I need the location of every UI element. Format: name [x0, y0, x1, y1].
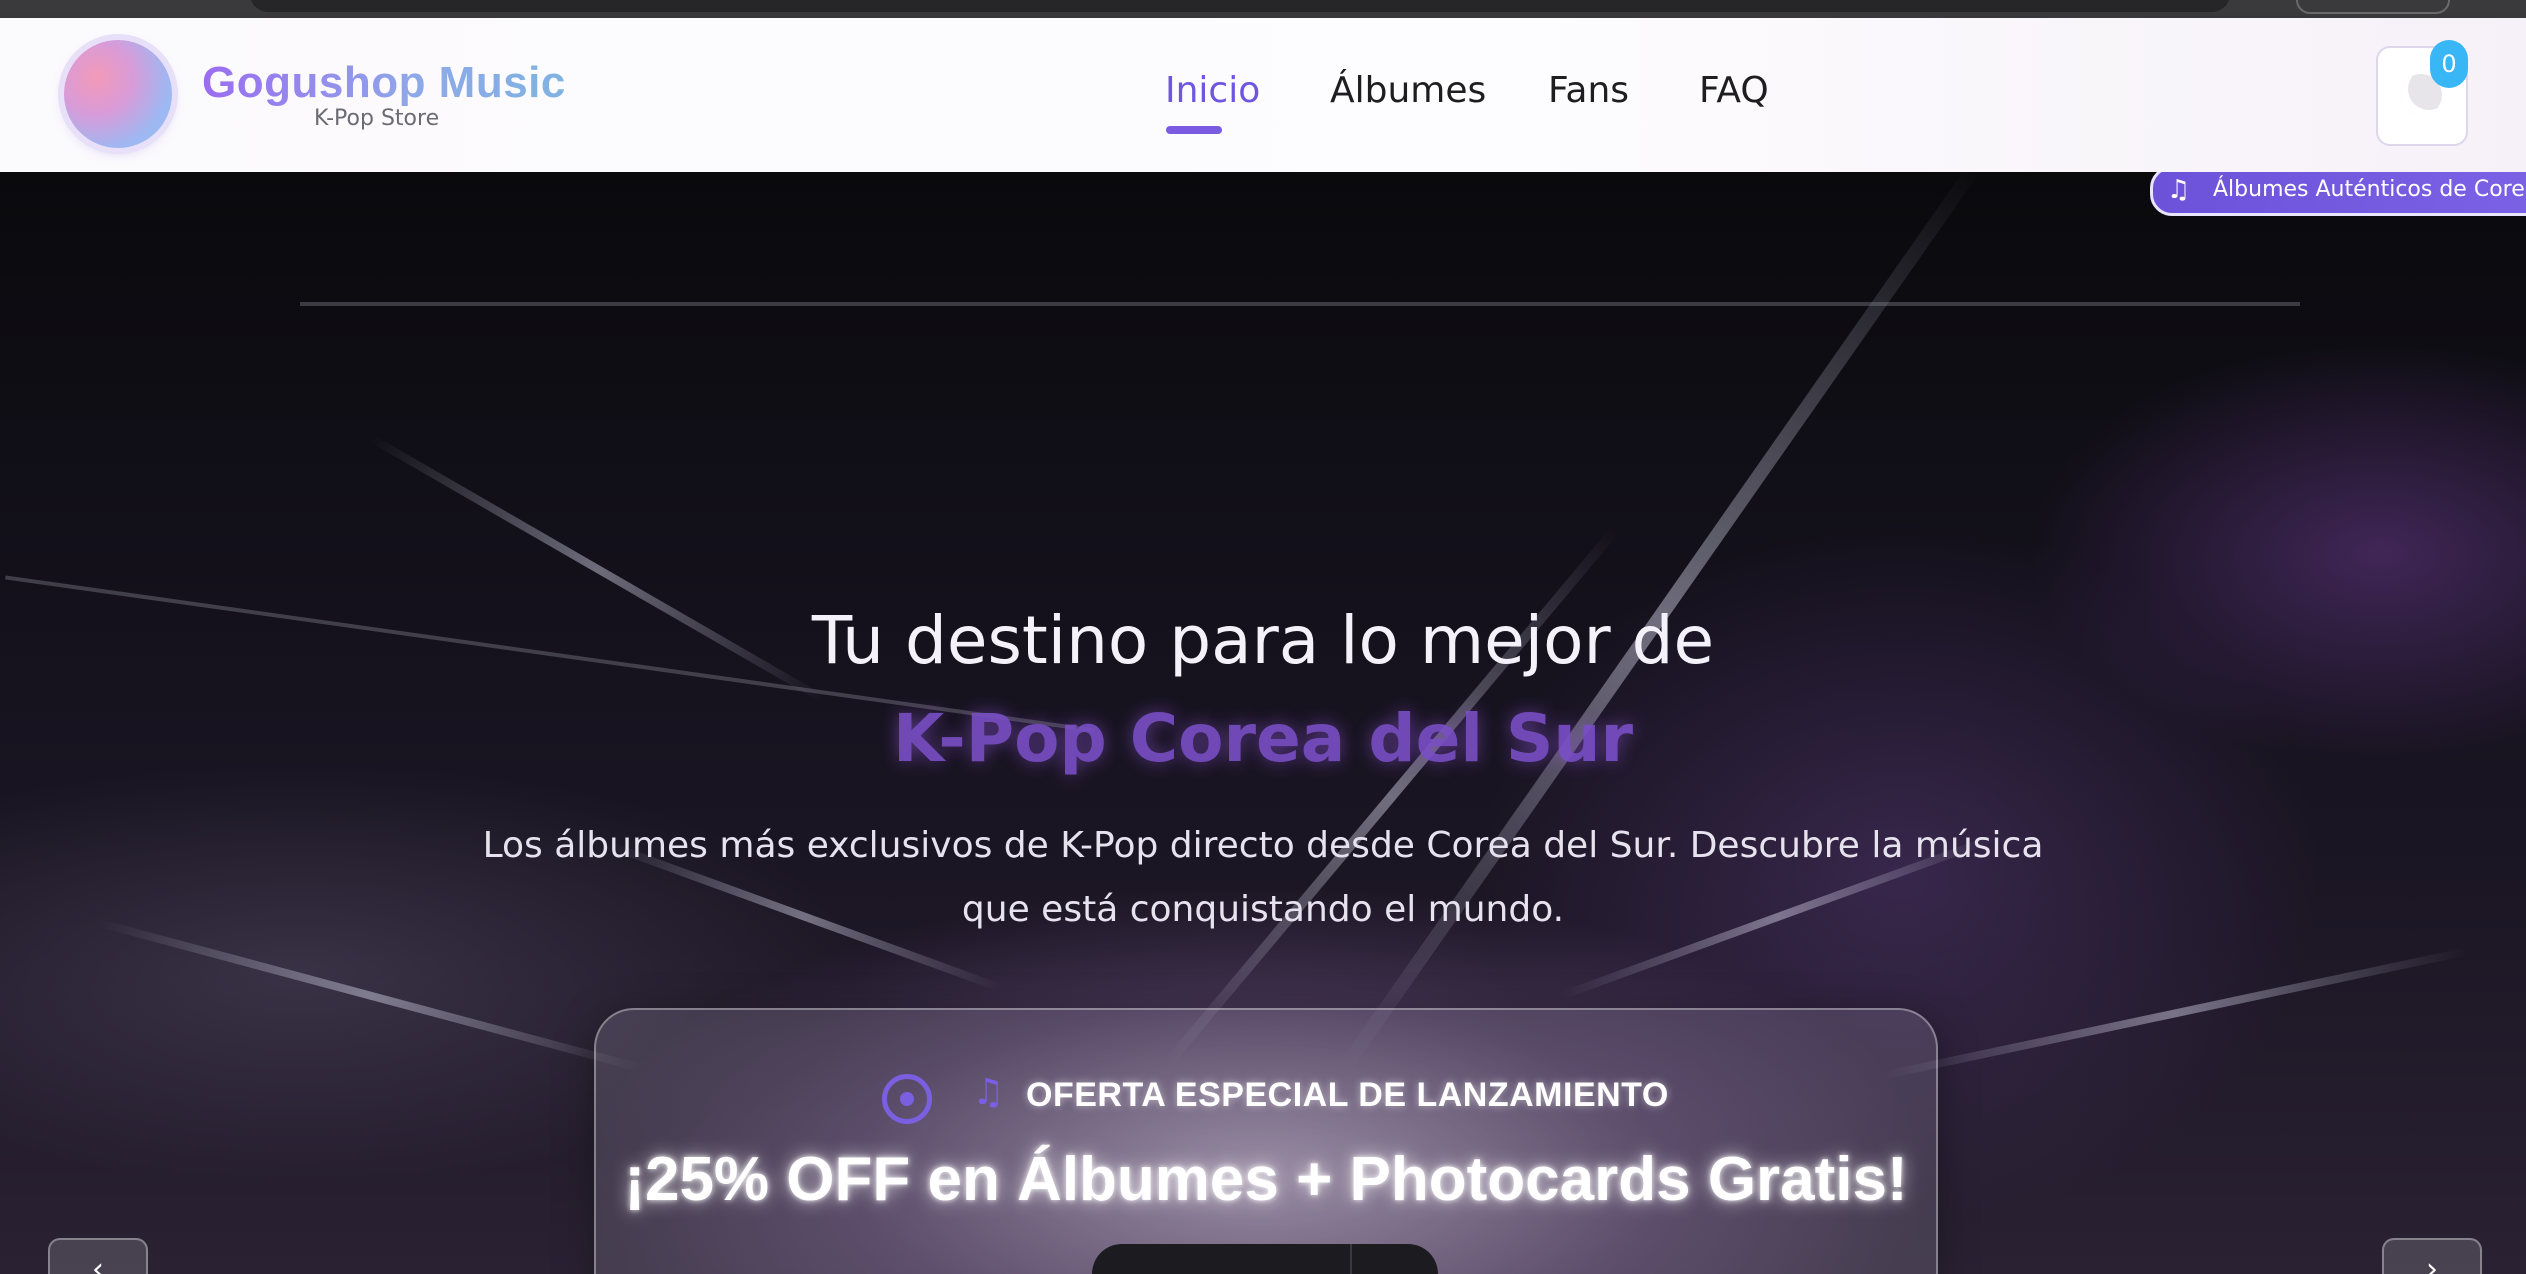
stage-light-beam	[99, 919, 643, 1072]
music-note-icon: ♫	[972, 1072, 1005, 1113]
authentic-albums-label: Álbumes Auténticos de Corea	[2213, 177, 2526, 202]
cart-count-badge: 0	[2430, 40, 2468, 88]
disc-icon	[882, 1074, 932, 1124]
logo-icon[interactable]	[64, 40, 172, 148]
music-note-icon: ♫	[2167, 175, 2191, 205]
nav-fans[interactable]: Fans	[1548, 70, 1629, 111]
brand-name[interactable]: Gogushop Music	[202, 58, 566, 108]
nav-albumes[interactable]: Álbumes	[1330, 70, 1486, 111]
site-header: Gogushop Music K-Pop Store Inicio Álbume…	[0, 18, 2526, 172]
hero-section: ♫ Álbumes Auténticos de Corea Tu destino…	[0, 172, 2526, 1274]
floating-toolbar[interactable]	[1092, 1244, 1438, 1274]
offer-label: OFERTA ESPECIAL DE LANZAMIENTO	[1026, 1076, 1669, 1114]
carousel-next-button[interactable]: ›	[2382, 1238, 2482, 1274]
hero-title: Tu destino para lo mejor de	[811, 602, 1715, 679]
hero-description: Los álbumes más exclusivos de K-Pop dire…	[482, 825, 2044, 930]
stage-truss	[300, 302, 2300, 306]
browser-top-strip	[0, 0, 2526, 18]
brand-subtitle: K-Pop Store	[314, 106, 440, 131]
toolbar-divider	[1350, 1244, 1352, 1274]
stage-light-beam	[1880, 947, 2469, 1080]
browser-button-edge	[2296, 0, 2450, 14]
nav-faq[interactable]: FAQ	[1699, 70, 1769, 111]
hero-highlight: K-Pop Corea del Sur	[892, 700, 1634, 777]
nav-inicio[interactable]: Inicio	[1165, 70, 1260, 111]
authentic-albums-badge: ♫ Álbumes Auténticos de Corea	[2150, 172, 2526, 216]
carousel-prev-button[interactable]: ‹	[48, 1238, 148, 1274]
address-bar-edge	[250, 0, 2230, 12]
offer-card: ♫ OFERTA ESPECIAL DE LANZAMIENTO ¡25% OF…	[594, 1008, 1938, 1274]
nav-active-indicator	[1166, 126, 1222, 134]
offer-headline: ¡25% OFF en Álbumes + Photocards Gratis!	[624, 1145, 1908, 1214]
